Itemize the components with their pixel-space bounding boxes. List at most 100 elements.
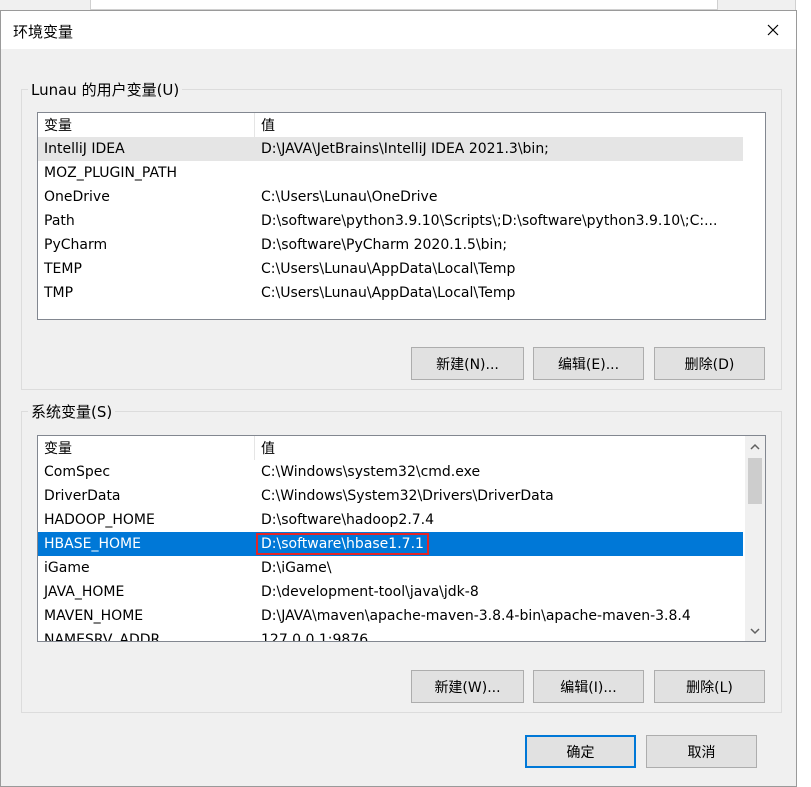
variable-value: D:\software\hbase1.7.1 (255, 532, 743, 556)
variable-name: JAVA_HOME (44, 584, 125, 600)
variable-value: D:\JAVA\maven\apache-maven-3.8.4-bin\apa… (255, 604, 743, 628)
list-row[interactable]: OneDrive C:\Users\Lunau\OneDrive (38, 185, 743, 209)
cancel-label: 取消 (687, 744, 716, 761)
column-header-value[interactable]: 值 (255, 436, 743, 460)
system-variables-scrollbar[interactable] (745, 436, 765, 641)
variable-value-text: D:\development-tool\java\jdk-8 (261, 584, 479, 600)
variable-name: MAVEN_HOME (44, 608, 144, 624)
column-header-value[interactable]: 值 (255, 113, 743, 137)
list-row[interactable]: PyCharm D:\software\PyCharm 2020.1.5\bin; (38, 233, 743, 257)
variable-value-text: C:\Users\Lunau\AppData\Local\Temp (261, 285, 516, 301)
list-row[interactable]: DriverData C:\Windows\System32\Drivers\Dr… (38, 484, 743, 508)
variable-value-text: D:\software\python3.9.10\Scripts\;D:\sof… (261, 213, 718, 229)
list-row[interactable]: JAVA_HOME D:\development-tool\java\jdk-8 (38, 580, 743, 604)
variable-name: Path (44, 213, 75, 229)
variable-value-text: C:\Users\Lunau\AppData\Local\Temp (261, 261, 516, 277)
scroll-up-button[interactable] (745, 436, 765, 456)
background-window-right (795, 0, 811, 787)
variable-value: C:\Users\Lunau\OneDrive (255, 185, 743, 209)
user-edit-button[interactable]: 编辑(E)... (533, 347, 644, 380)
list-row[interactable]: TMP C:\Users\Lunau\AppData\Local\Temp (38, 281, 743, 305)
list-row-selected[interactable]: HBASE_HOME D:\software\hbase1.7.1 (38, 532, 743, 556)
system-edit-label: 编辑(I)... (560, 679, 617, 696)
variable-value: C:\Users\Lunau\AppData\Local\Temp (255, 281, 743, 305)
variable-name: TMP (44, 285, 74, 301)
system-new-button[interactable]: 新建(W)... (411, 670, 524, 703)
variable-value-text: D:\JAVA\JetBrains\IntelliJ IDEA 2021.3\b… (261, 141, 549, 157)
variable-value: 127.0.0.1:9876 (255, 628, 743, 642)
list-row[interactable]: IntelliJ IDEA D:\JAVA\JetBrains\IntelliJ … (38, 137, 743, 161)
background-window-top (90, 0, 718, 10)
column-header-name[interactable]: 变量 (38, 436, 255, 460)
variable-value-text: D:\software\hbase1.7.1 (256, 533, 429, 555)
variable-value: D:\development-tool\java\jdk-8 (255, 580, 743, 604)
variable-value: D:\iGame\ (255, 556, 743, 580)
environment-variables-dialog: 环境变量 Lunau 的用户变量(U) 变量 值 IntelliJ IDEA D:… (0, 10, 797, 787)
variable-value-text: D:\software\hadoop2.7.4 (261, 512, 435, 528)
user-variables-header: 变量 值 (38, 113, 743, 137)
list-row[interactable]: iGame D:\iGame\ (38, 556, 743, 580)
system-variables-list[interactable]: 变量 值 ComSpec C:\Windows\system32\cmd.exe D… (37, 435, 766, 642)
variable-value-text: C:\Users\Lunau\OneDrive (261, 189, 438, 205)
system-variables-group: 系统变量(S) 变量 值 ComSpec C:\Windows\system32\… (21, 401, 782, 713)
user-delete-button[interactable]: 删除(D) (654, 347, 765, 380)
user-delete-label: 删除(D) (684, 356, 735, 373)
list-row[interactable]: MOZ_PLUGIN_PATH (38, 161, 743, 185)
user-edit-label: 编辑(E)... (557, 356, 620, 373)
variable-value: C:\Windows\System32\Drivers\DriverData (255, 484, 743, 508)
variable-name: ComSpec (44, 464, 111, 480)
variable-value: D:\software\hadoop2.7.4 (255, 508, 743, 532)
system-variables-legend: 系统变量(S) (28, 401, 116, 422)
system-delete-button[interactable]: 删除(L) (654, 670, 765, 703)
chevron-up-icon (750, 443, 760, 450)
close-button[interactable] (750, 11, 796, 49)
dialog-title: 环境变量 (13, 23, 74, 41)
system-edit-button[interactable]: 编辑(I)... (533, 670, 644, 703)
column-header-name[interactable]: 变量 (38, 113, 255, 137)
scroll-thumb[interactable] (748, 458, 762, 504)
variable-name: PyCharm (44, 237, 108, 253)
variable-name: OneDrive (44, 189, 110, 205)
list-row[interactable]: TEMP C:\Users\Lunau\AppData\Local\Temp (38, 257, 743, 281)
variable-value: D:\software\python3.9.10\Scripts\;D:\sof… (255, 209, 743, 233)
ok-button[interactable]: 确定 (525, 735, 636, 768)
list-row[interactable]: Path D:\software\python3.9.10\Scripts\;D:… (38, 209, 743, 233)
list-row[interactable]: ComSpec C:\Windows\system32\cmd.exe (38, 460, 743, 484)
user-new-button[interactable]: 新建(N)... (411, 347, 524, 380)
list-row[interactable]: MAVEN_HOME D:\JAVA\maven\apache-maven-3.8… (38, 604, 743, 628)
user-new-label: 新建(N)... (436, 356, 499, 373)
variable-value: D:\software\PyCharm 2020.1.5\bin; (255, 233, 743, 257)
chevron-down-icon (750, 627, 760, 634)
scroll-down-button[interactable] (745, 621, 765, 641)
variable-value-text: C:\Windows\System32\Drivers\DriverData (261, 488, 554, 504)
variable-name: DriverData (44, 488, 121, 504)
variable-name: iGame (44, 560, 90, 576)
list-row[interactable]: NAMESRV_ADDR 127.0.0.1:9876 (38, 628, 743, 642)
variable-value: D:\JAVA\JetBrains\IntelliJ IDEA 2021.3\b… (255, 137, 743, 161)
system-new-label: 新建(W)... (434, 679, 501, 696)
system-variables-rows: ComSpec C:\Windows\system32\cmd.exe Driver… (38, 460, 743, 642)
close-icon (767, 24, 779, 36)
variable-value-text: D:\iGame\ (261, 560, 332, 576)
variable-value (255, 161, 743, 185)
user-variables-rows: IntelliJ IDEA D:\JAVA\JetBrains\IntelliJ … (38, 137, 743, 305)
list-row[interactable]: HADOOP_HOME D:\software\hadoop2.7.4 (38, 508, 743, 532)
variable-name: NAMESRV_ADDR (44, 632, 161, 642)
variable-value: C:\Windows\system32\cmd.exe (255, 460, 743, 484)
user-variables-legend: Lunau 的用户变量(U) (28, 79, 183, 100)
variable-value-text: D:\software\PyCharm 2020.1.5\bin; (261, 237, 508, 253)
variable-name: TEMP (44, 261, 82, 277)
variable-value-text: C:\Windows\system32\cmd.exe (261, 464, 481, 480)
system-delete-label: 删除(L) (686, 679, 733, 696)
variable-name: HBASE_HOME (44, 536, 141, 552)
variable-value-text: 127.0.0.1:9876 (261, 632, 369, 642)
variable-value: C:\Users\Lunau\AppData\Local\Temp (255, 257, 743, 281)
cancel-button[interactable]: 取消 (646, 735, 757, 768)
variable-name: HADOOP_HOME (44, 512, 155, 528)
variable-value-text: D:\JAVA\maven\apache-maven-3.8.4-bin\apa… (261, 608, 691, 624)
user-variables-list[interactable]: 变量 值 IntelliJ IDEA D:\JAVA\JetBrains\Inte… (37, 112, 766, 320)
variable-name: IntelliJ IDEA (44, 141, 125, 157)
variable-name: MOZ_PLUGIN_PATH (44, 165, 178, 181)
title-bar: 环境变量 (1, 11, 796, 49)
system-variables-header: 变量 值 (38, 436, 743, 460)
